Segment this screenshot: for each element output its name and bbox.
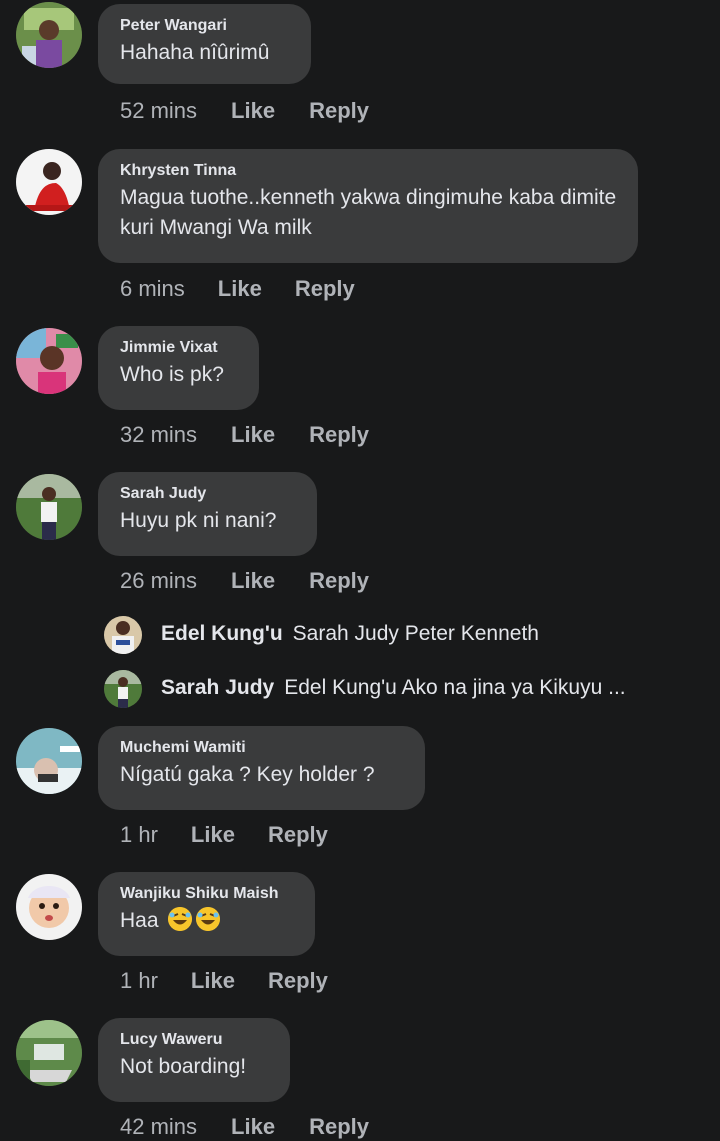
comment-time[interactable]: 6 mins (120, 275, 185, 303)
reply-button[interactable]: Reply (309, 421, 369, 449)
avatar[interactable] (104, 616, 142, 654)
comment-time[interactable]: 1 hr (120, 967, 158, 995)
comment-bubble: Jimmie Vixat Who is pk? (98, 326, 259, 410)
reply-button[interactable]: Reply (309, 567, 369, 595)
comment-author[interactable]: Peter Wangari (120, 16, 289, 36)
comment-author[interactable]: Wanjiku Shiku Maish (120, 884, 293, 904)
reply-button[interactable]: Reply (268, 967, 328, 995)
reply-button[interactable]: Reply (268, 821, 328, 849)
comment-bubble: Lucy Waweru Not boarding! (98, 1018, 290, 1102)
comment-time[interactable]: 52 mins (120, 97, 197, 125)
comment-text: Not boarding! (120, 1055, 247, 1078)
reply-button[interactable]: Reply (295, 275, 355, 303)
comment-bubble: Muchemi Wamiti Nígatú gaka ? Key holder … (98, 726, 425, 810)
comment-actions: 1 hr Like Reply (120, 967, 328, 995)
comment-author[interactable]: Jimmie Vixat (120, 338, 237, 358)
like-button[interactable]: Like (231, 567, 275, 595)
avatar[interactable] (16, 874, 82, 940)
like-button[interactable]: Like (218, 275, 262, 303)
comment-actions: 1 hr Like Reply (120, 821, 328, 849)
comment-text: Nígatú gaka ? Key holder ? (120, 763, 375, 786)
reply-content: Edel Kung'u Sarah Judy Peter Kenneth (161, 620, 539, 648)
comment-actions: 52 mins Like Reply (120, 97, 369, 125)
comment-text: Who is pk? (120, 363, 224, 386)
reply-author[interactable]: Edel Kung'u (161, 622, 283, 645)
comment-author[interactable]: Lucy Waweru (120, 1030, 268, 1050)
comment-author[interactable]: Muchemi Wamiti (120, 738, 403, 758)
comment-author[interactable]: Khrysten Tinna (120, 161, 616, 181)
avatar[interactable] (16, 474, 82, 540)
like-button[interactable]: Like (191, 821, 235, 849)
avatar[interactable] (16, 2, 82, 68)
like-button[interactable]: Like (231, 97, 275, 125)
reply-text: Edel Kung'u Ako na jina ya Kikuyu ... (284, 676, 626, 699)
comment-text: Haa (120, 906, 293, 936)
reply-item[interactable]: Sarah Judy Edel Kung'u Ako na jina ya Kik… (104, 668, 714, 708)
avatar[interactable] (16, 149, 82, 215)
comment-bubble: Peter Wangari Hahaha nîûrimû (98, 4, 311, 84)
comment-bubble: Sarah Judy Huyu pk ni nani? (98, 472, 317, 556)
comment-time[interactable]: 26 mins (120, 567, 197, 595)
comment-actions: 32 mins Like Reply (120, 421, 369, 449)
reply-button[interactable]: Reply (309, 97, 369, 125)
reply-author[interactable]: Sarah Judy (161, 676, 274, 699)
like-button[interactable]: Like (191, 967, 235, 995)
avatar[interactable] (16, 328, 82, 394)
comment-time[interactable]: 42 mins (120, 1113, 197, 1141)
comment-text-content: Haa (120, 909, 159, 932)
comment-bubble: Wanjiku Shiku Maish Haa (98, 872, 315, 956)
rolling-on-floor-laughing-emoji-icon (196, 907, 221, 931)
avatar[interactable] (16, 1020, 82, 1086)
comment-actions: 42 mins Like Reply (120, 1113, 369, 1141)
comment-text: Huyu pk ni nani? (120, 509, 277, 532)
like-button[interactable]: Like (231, 1113, 275, 1141)
avatar[interactable] (104, 670, 142, 708)
like-button[interactable]: Like (231, 421, 275, 449)
reply-text: Sarah Judy Peter Kenneth (292, 622, 539, 645)
reply-content: Sarah Judy Edel Kung'u Ako na jina ya Kik… (161, 674, 626, 702)
avatar[interactable] (16, 728, 82, 794)
comment-actions: 26 mins Like Reply (120, 567, 369, 595)
comment-time[interactable]: 1 hr (120, 821, 158, 849)
comment-time[interactable]: 32 mins (120, 421, 197, 449)
comment-author[interactable]: Sarah Judy (120, 484, 295, 504)
comment-bubble: Khrysten Tinna Magua tuothe..kenneth yak… (98, 149, 638, 263)
comment-text: Magua tuothe..kenneth yakwa dingimuhe ka… (120, 186, 617, 239)
reply-item[interactable]: Edel Kung'u Sarah Judy Peter Kenneth (104, 614, 714, 654)
comment-actions: 6 mins Like Reply (120, 275, 355, 303)
comment-text: Hahaha nîûrimû (120, 41, 270, 64)
rolling-on-floor-laughing-emoji-icon (168, 907, 193, 931)
reply-button[interactable]: Reply (309, 1113, 369, 1141)
